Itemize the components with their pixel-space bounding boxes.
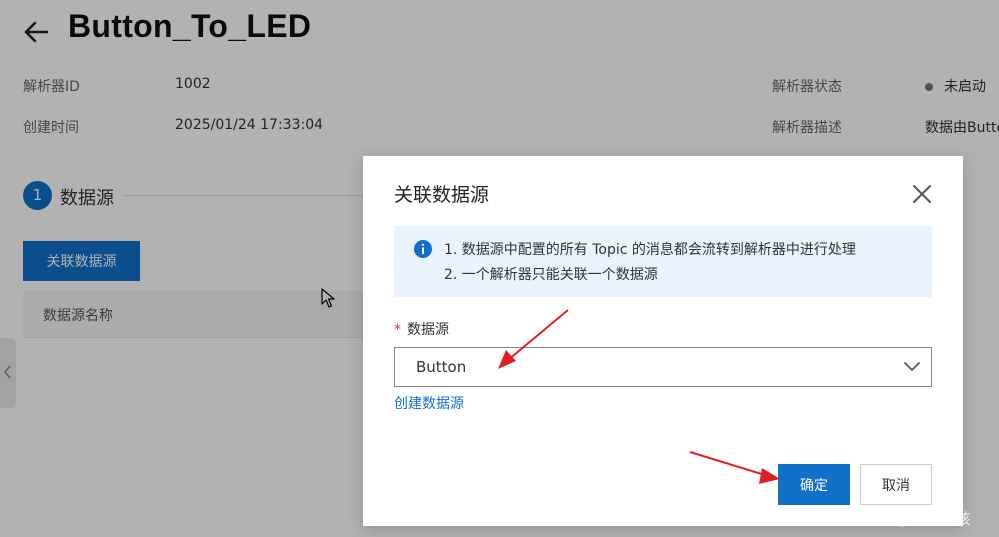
confirm-button[interactable]: 确定	[778, 464, 850, 505]
notice-box: 1. 数据源中配置的所有 Topic 的消息都会流转到解析器中进行处理 2. 一…	[394, 226, 932, 297]
required-mark: *	[394, 322, 401, 338]
info-icon	[414, 240, 432, 258]
notice-line-2: 2. 一个解析器只能关联一个数据源	[444, 267, 658, 283]
close-icon[interactable]	[910, 182, 934, 206]
watermark: CSDN @风行男孩	[848, 510, 971, 528]
datasource-field-label: * 数据源	[394, 319, 449, 339]
notice-line-1: 1. 数据源中配置的所有 Topic 的消息都会流转到解析器中进行处理	[444, 242, 856, 258]
chevron-down-icon	[904, 362, 920, 371]
bind-datasource-dialog: 关联数据源 1. 数据源中配置的所有 Topic 的消息都会流转到解析器中进行处…	[363, 156, 963, 526]
create-datasource-link[interactable]: 创建数据源	[394, 393, 464, 413]
datasource-label-text: 数据源	[407, 322, 449, 338]
datasource-select[interactable]: Button	[394, 347, 932, 387]
datasource-select-value: Button	[416, 358, 467, 376]
cancel-button[interactable]: 取消	[860, 464, 932, 505]
dialog-title: 关联数据源	[394, 184, 490, 206]
